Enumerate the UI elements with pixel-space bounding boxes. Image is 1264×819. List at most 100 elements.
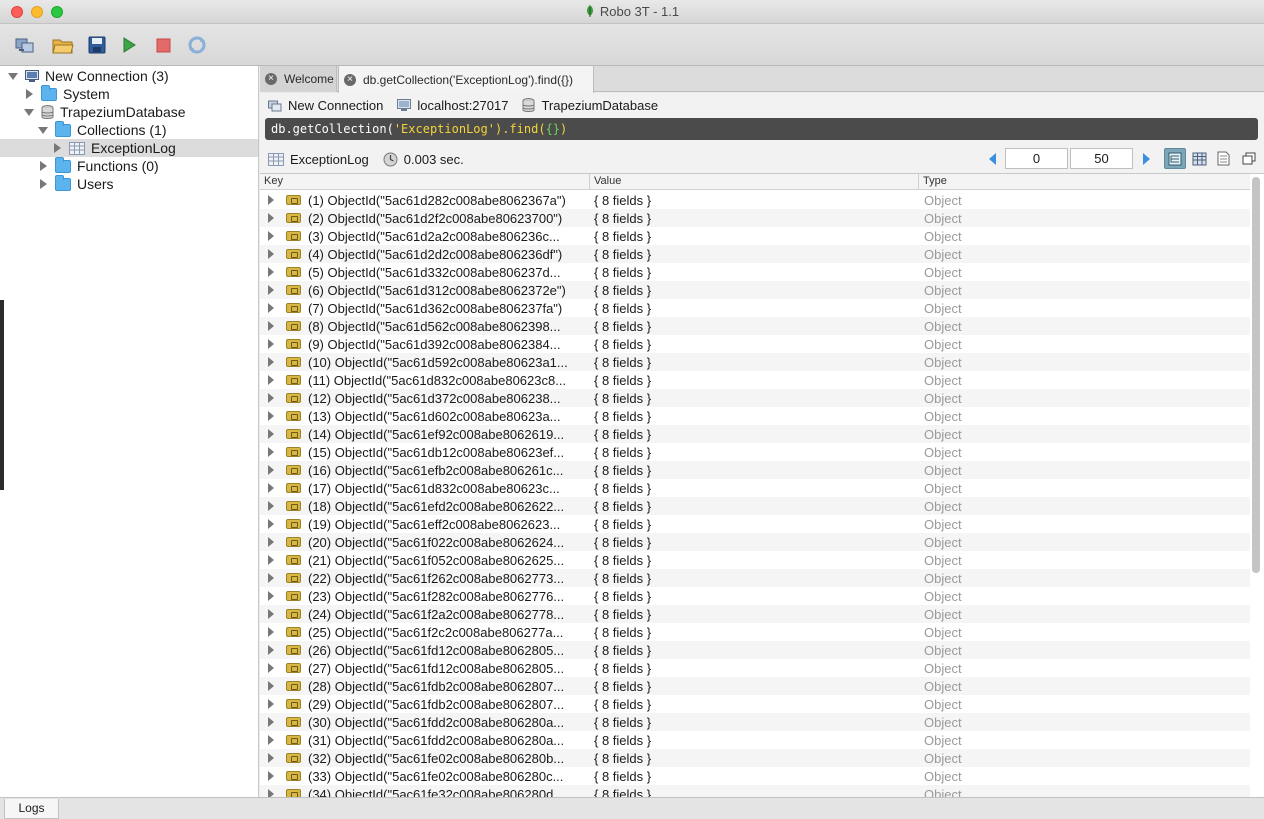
tree-view-button[interactable] [1164,148,1186,169]
expand-row-arrow-icon[interactable] [268,213,274,223]
collapse-arrow-icon[interactable] [40,179,47,189]
expand-row-arrow-icon[interactable] [268,753,274,763]
expand-row-arrow-icon[interactable] [268,195,274,205]
table-row[interactable]: (17) ObjectId("5ac61d832c008abe80623c...… [260,479,1250,497]
table-row[interactable]: (7) ObjectId("5ac61d362c008abe806237fa")… [260,299,1250,317]
expand-row-arrow-icon[interactable] [268,303,274,313]
tree-item-database[interactable]: TrapeziumDatabase [24,103,186,121]
expand-row-arrow-icon[interactable] [268,249,274,259]
expand-row-arrow-icon[interactable] [268,429,274,439]
stop-button[interactable] [152,34,174,56]
text-view-button[interactable] [1212,148,1234,169]
expand-row-arrow-icon[interactable] [268,771,274,781]
expand-row-arrow-icon[interactable] [268,555,274,565]
column-header-key[interactable]: Key [264,175,283,187]
expand-row-arrow-icon[interactable] [268,501,274,511]
table-row[interactable]: (14) ObjectId("5ac61ef92c008abe8062619..… [260,425,1250,443]
open-button[interactable] [52,34,74,56]
expand-row-arrow-icon[interactable] [268,627,274,637]
table-row[interactable]: (19) ObjectId("5ac61eff2c008abe8062623..… [260,515,1250,533]
expand-row-arrow-icon[interactable] [268,663,274,673]
table-row[interactable]: (24) ObjectId("5ac61f2a2c008abe8062778..… [260,605,1250,623]
save-button[interactable] [86,34,108,56]
expand-row-arrow-icon[interactable] [268,717,274,727]
table-row[interactable]: (16) ObjectId("5ac61efb2c008abe806261c..… [260,461,1250,479]
table-row[interactable]: (31) ObjectId("5ac61fdd2c008abe806280a..… [260,731,1250,749]
table-row[interactable]: (6) ObjectId("5ac61d312c008abe8062372e")… [260,281,1250,299]
table-row[interactable]: (2) ObjectId("5ac61d2f2c008abe80623700")… [260,209,1250,227]
expand-row-arrow-icon[interactable] [268,645,274,655]
tree-item-connection[interactable]: New Connection (3) [8,67,169,85]
expand-row-arrow-icon[interactable] [268,411,274,421]
table-row[interactable]: (26) ObjectId("5ac61fd12c008abe8062805..… [260,641,1250,659]
expand-row-arrow-icon[interactable] [268,681,274,691]
expand-arrow-icon[interactable] [8,72,18,80]
execute-button[interactable] [118,34,140,56]
tree-item-exceptionlog[interactable]: ExceptionLog [0,139,258,157]
next-page-icon[interactable] [1141,153,1151,165]
expand-row-arrow-icon[interactable] [268,267,274,277]
table-row[interactable]: (32) ObjectId("5ac61fe02c008abe806280b..… [260,749,1250,767]
close-tab-icon[interactable]: × [344,73,356,86]
table-row[interactable]: (18) ObjectId("5ac61efd2c008abe8062622..… [260,497,1250,515]
skip-input[interactable]: 0 [1005,148,1068,169]
tab-welcome[interactable]: × Welcome [260,66,337,92]
close-tab-icon[interactable]: × [265,73,277,85]
expand-row-arrow-icon[interactable] [268,375,274,385]
expand-arrow-icon[interactable] [38,126,48,134]
collapse-arrow-icon[interactable] [54,143,61,153]
table-row[interactable]: (1) ObjectId("5ac61d282c008abe8062367a")… [260,191,1250,209]
query-editor[interactable]: db.getCollection('ExceptionLog').find({}… [265,118,1258,140]
expand-row-arrow-icon[interactable] [268,231,274,241]
table-row[interactable]: (13) ObjectId("5ac61d602c008abe80623a...… [260,407,1250,425]
table-row[interactable]: (27) ObjectId("5ac61fd12c008abe8062805..… [260,659,1250,677]
expand-row-arrow-icon[interactable] [268,447,274,457]
expand-row-arrow-icon[interactable] [268,591,274,601]
column-header-type[interactable]: Type [923,175,947,187]
table-row[interactable]: (10) ObjectId("5ac61d592c008abe80623a1..… [260,353,1250,371]
expand-row-arrow-icon[interactable] [268,699,274,709]
tree-item-system[interactable]: System [24,84,110,103]
expand-row-arrow-icon[interactable] [268,465,274,475]
limit-input[interactable]: 50 [1070,148,1133,169]
expand-arrow-icon[interactable] [24,108,34,116]
table-row[interactable]: (21) ObjectId("5ac61f052c008abe8062625..… [260,551,1250,569]
table-row[interactable]: (22) ObjectId("5ac61f262c008abe8062773..… [260,569,1250,587]
expand-row-arrow-icon[interactable] [268,537,274,547]
expand-row-arrow-icon[interactable] [268,789,274,797]
table-row[interactable]: (34) ObjectId("5ac61fe32c008abe806280d..… [260,785,1250,797]
column-divider[interactable] [589,174,590,190]
tree-item-collections[interactable]: Collections (1) [38,120,166,139]
table-row[interactable]: (28) ObjectId("5ac61fdb2c008abe8062807..… [260,677,1250,695]
expand-row-arrow-icon[interactable] [268,339,274,349]
expand-row-arrow-icon[interactable] [268,609,274,619]
tree-item-users[interactable]: Users [38,174,114,193]
connect-button[interactable] [14,34,36,56]
table-row[interactable]: (4) ObjectId("5ac61d2d2c008abe806236df")… [260,245,1250,263]
table-row[interactable]: (9) ObjectId("5ac61d392c008abe8062384...… [260,335,1250,353]
expand-row-arrow-icon[interactable] [268,573,274,583]
expand-row-arrow-icon[interactable] [268,519,274,529]
column-divider[interactable] [918,174,919,190]
table-row[interactable]: (3) ObjectId("5ac61d2a2c008abe806236c...… [260,227,1250,245]
table-row[interactable]: (33) ObjectId("5ac61fe02c008abe806280c..… [260,767,1250,785]
table-row[interactable]: (23) ObjectId("5ac61f282c008abe8062776..… [260,587,1250,605]
table-row[interactable]: (20) ObjectId("5ac61f022c008abe8062624..… [260,533,1250,551]
expand-row-arrow-icon[interactable] [268,393,274,403]
collapse-arrow-icon[interactable] [26,89,33,99]
table-view-button[interactable] [1188,148,1210,169]
detach-view-button[interactable] [1238,148,1260,169]
expand-row-arrow-icon[interactable] [268,483,274,493]
vertical-scrollbar[interactable] [1252,177,1260,573]
table-row[interactable]: (30) ObjectId("5ac61fdd2c008abe806280a..… [260,713,1250,731]
table-row[interactable]: (15) ObjectId("5ac61db12c008abe80623ef..… [260,443,1250,461]
logs-tab[interactable]: Logs [4,799,59,819]
refresh-button[interactable] [186,34,208,56]
table-row[interactable]: (5) ObjectId("5ac61d332c008abe806237d...… [260,263,1250,281]
table-row[interactable]: (12) ObjectId("5ac61d372c008abe806238...… [260,389,1250,407]
column-header-value[interactable]: Value [594,175,621,187]
tab-query[interactable]: × db.getCollection('ExceptionLog').find(… [338,66,594,93]
table-row[interactable]: (29) ObjectId("5ac61fdb2c008abe8062807..… [260,695,1250,713]
table-row[interactable]: (11) ObjectId("5ac61d832c008abe80623c8..… [260,371,1250,389]
expand-row-arrow-icon[interactable] [268,735,274,745]
